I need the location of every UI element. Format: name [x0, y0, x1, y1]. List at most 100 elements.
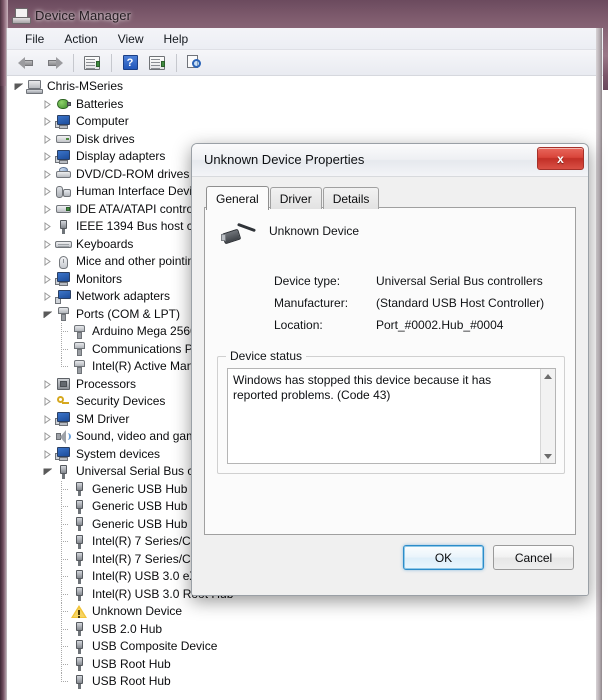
chevron-down-icon — [544, 453, 552, 459]
device-status-textbox[interactable]: Windows has stopped this device because … — [227, 368, 556, 464]
collapse-toggle[interactable] — [40, 463, 55, 480]
device-name: Unknown Device — [269, 224, 360, 238]
expand-toggle[interactable] — [40, 428, 55, 445]
device-status-group: Device status Windows has stopped this d… — [217, 349, 565, 474]
tree-root-item[interactable]: Chris-MSeries — [7, 78, 603, 96]
properties-icon — [84, 55, 100, 70]
battery-icon — [55, 96, 72, 112]
tree-item-label: SM Driver — [76, 411, 130, 426]
expand-toggle[interactable] — [40, 288, 55, 305]
device-properties-dialog: Unknown Device Properties x General Driv… — [191, 143, 589, 596]
property-row: Location: Port_#0002.Hub_#0004 — [274, 314, 574, 336]
tab-general[interactable]: General — [206, 186, 269, 210]
tree-item[interactable]: USB Root Hub — [7, 655, 603, 674]
menu-action[interactable]: Action — [54, 30, 107, 48]
tree-connector — [57, 340, 71, 358]
property-value: Port_#0002.Hub_#0004 — [376, 318, 504, 332]
ieee1394-icon — [55, 219, 72, 235]
usb-plug-icon — [221, 222, 257, 248]
expand-toggle[interactable] — [40, 201, 55, 218]
expand-toggle[interactable] — [40, 376, 55, 393]
properties-button[interactable] — [79, 51, 105, 75]
port-icon — [71, 324, 88, 340]
forward-button[interactable] — [41, 51, 67, 75]
scroll-up-button[interactable] — [541, 369, 555, 383]
ok-button[interactable]: OK — [403, 545, 484, 570]
expand-toggle[interactable] — [40, 131, 55, 148]
device-properties-list: Device type: Universal Serial Bus contro… — [274, 270, 574, 336]
toolbar-separator-3 — [176, 53, 177, 72]
update-driver-button[interactable] — [144, 51, 170, 75]
expand-toggle[interactable] — [40, 113, 55, 130]
status-scrollbar[interactable] — [540, 369, 555, 463]
toolbar-separator-2 — [111, 53, 112, 72]
toolbar-separator-1 — [73, 53, 74, 72]
tree-connector — [57, 358, 71, 375]
help-button[interactable]: ? — [117, 51, 143, 75]
port-icon — [71, 341, 88, 357]
device-header: Unknown Device — [221, 222, 359, 248]
question-mark-icon: ? — [122, 55, 138, 70]
usb-icon — [71, 499, 88, 515]
expand-toggle[interactable] — [40, 446, 55, 463]
expand-toggle[interactable] — [40, 271, 55, 288]
tree-connector — [57, 515, 71, 533]
keyboard-icon — [55, 236, 72, 252]
tree-item-label: Ports (COM & LPT) — [76, 306, 181, 321]
tab-strip: General Driver Details — [206, 186, 380, 210]
expand-toggle[interactable] — [40, 96, 55, 113]
expand-toggle[interactable] — [40, 236, 55, 253]
cancel-button[interactable]: Cancel — [493, 545, 574, 570]
tree-item-label: Monitors — [76, 271, 123, 286]
expand-toggle[interactable] — [40, 411, 55, 428]
window-titlebar: Device Manager — [6, 0, 602, 30]
menu-help[interactable]: Help — [154, 30, 199, 48]
property-key: Location: — [274, 318, 323, 332]
back-button[interactable] — [14, 51, 40, 75]
expand-toggle[interactable] — [40, 218, 55, 235]
tree-item[interactable]: Unknown Device — [7, 603, 603, 621]
processor-icon — [55, 376, 72, 392]
hid-icon — [55, 184, 72, 200]
scan-hardware-changes-button[interactable] — [182, 51, 208, 75]
collapse-toggle[interactable] — [40, 306, 55, 323]
tree-item-label: Computer — [76, 114, 129, 129]
property-key: Device type: — [274, 274, 341, 288]
usb-icon — [71, 674, 88, 690]
arrow-left-icon — [18, 56, 36, 70]
usb-icon — [71, 569, 88, 585]
tree-item-label: Disk drives — [76, 131, 135, 146]
close-button[interactable]: x — [537, 147, 584, 170]
tree-item[interactable]: Batteries — [7, 96, 603, 114]
dialog-titlebar: Unknown Device Properties x — [192, 144, 588, 177]
ide-controller-icon — [55, 201, 72, 217]
device-manager-icon — [12, 7, 31, 24]
expand-toggle[interactable] — [40, 393, 55, 410]
tab-details[interactable]: Details — [322, 187, 380, 209]
expand-toggle[interactable] — [40, 148, 55, 165]
tree-item-label: USB Root Hub — [92, 656, 171, 671]
scroll-down-button[interactable] — [541, 449, 555, 463]
expand-toggle[interactable] — [40, 183, 55, 200]
tree-item[interactable]: USB Root Hub — [7, 673, 603, 691]
menu-view[interactable]: View — [108, 30, 154, 48]
monitor-icon — [55, 271, 72, 287]
tree-connector — [57, 550, 71, 568]
usb-icon — [71, 586, 88, 602]
security-key-icon — [55, 394, 72, 410]
tree-item[interactable]: Computer — [7, 113, 603, 131]
tab-driver[interactable]: Driver — [269, 187, 322, 209]
tree-item-label: Security Devices — [76, 394, 166, 409]
usb-icon — [71, 621, 88, 637]
tree-item[interactable]: USB Composite Device — [7, 638, 603, 656]
tree-connector — [57, 498, 71, 516]
tab-panel-general: Unknown Device Device type: Universal Se… — [204, 207, 576, 535]
tree-connector — [57, 323, 71, 341]
screen: Device Manager File Action View Help ? C… — [0, 0, 608, 700]
tree-item[interactable]: USB 2.0 Hub — [7, 620, 603, 639]
collapse-toggle[interactable] — [11, 78, 26, 95]
expand-toggle[interactable] — [40, 166, 55, 183]
usb-icon — [71, 639, 88, 655]
menu-file[interactable]: File — [15, 30, 54, 48]
expand-toggle[interactable] — [40, 253, 55, 270]
